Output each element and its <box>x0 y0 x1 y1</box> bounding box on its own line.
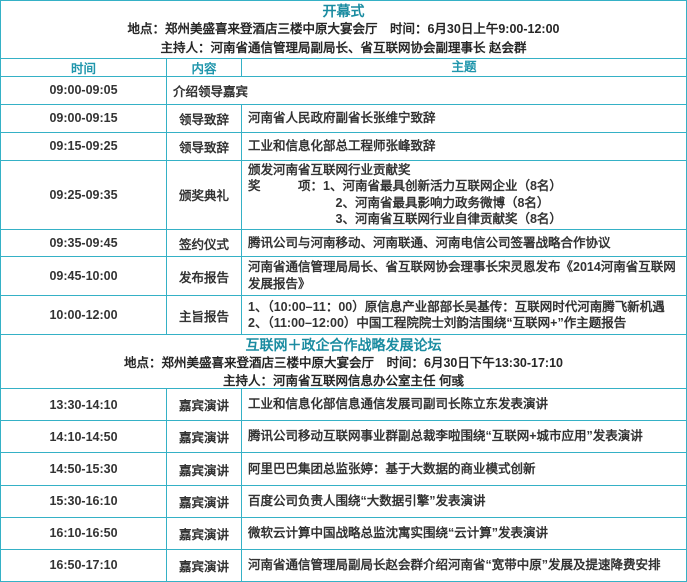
topic-cell: 微软云计算中国战略总监沈寓实围绕“云计算”发表演讲 <box>241 518 686 549</box>
topic-cell: 工业和信息化部总工程师张峰致辞 <box>241 133 686 160</box>
content-cell: 介绍领导嘉宾 <box>166 77 686 104</box>
content-cell: 嘉宾演讲 <box>166 453 241 484</box>
content-cell: 嘉宾演讲 <box>166 421 241 452</box>
topic-cell: 工业和信息化部信息通信发展司副司长陈立东发表演讲 <box>241 389 686 420</box>
time-cell: 09:00-09:05 <box>1 77 166 104</box>
host-line: 主持人：河南省通信管理局副局长、省互联网协会副理事长 赵会群 <box>1 39 686 58</box>
topic-cell: 百度公司负责人围绕“大数据引擎”发表演讲 <box>241 486 686 517</box>
location-time-line: 地点：郑州美盛喜来登酒店三楼中原大宴会厅 时间：6月30日下午13:30-17:… <box>1 354 686 372</box>
topic-cell: 腾讯公司与河南移动、河南联通、河南电信公司签署战略合作协议 <box>241 230 686 257</box>
content-cell: 领导致辞 <box>166 105 241 132</box>
content-cell: 嘉宾演讲 <box>166 486 241 517</box>
table-row: 13:30-14:10 嘉宾演讲 工业和信息化部信息通信发展司副司长陈立东发表演… <box>1 388 686 420</box>
table-row: 15:30-16:10 嘉宾演讲 百度公司负责人围绕“大数据引擎”发表演讲 <box>1 485 686 517</box>
content-cell: 主旨报告 <box>166 296 241 334</box>
column-header-time: 时间 <box>1 59 166 76</box>
time-cell: 15:30-16:10 <box>1 486 166 517</box>
table-row: 09:35-09:45 签约仪式 腾讯公司与河南移动、河南联通、河南电信公司签署… <box>1 229 686 257</box>
topic-cell: 河南省通信管理局副局长赵会群介绍河南省“宽带中原”发展及提速降费安排 <box>241 550 686 581</box>
table-row: 16:10-16:50 嘉宾演讲 微软云计算中国战略总监沈寓实围绕“云计算”发表… <box>1 517 686 549</box>
column-header-row: 时间 内容 主题 <box>1 58 686 76</box>
topic-line: 3、河南省互联网行业自律贡献奖（8名） <box>248 211 680 228</box>
content-cell: 领导致辞 <box>166 133 241 160</box>
table-row: 09:00-09:05 介绍领导嘉宾 <box>1 76 686 104</box>
content-cell: 嘉宾演讲 <box>166 550 241 581</box>
time-cell: 16:10-16:50 <box>1 518 166 549</box>
content-cell: 发布报告 <box>166 257 241 295</box>
topic-line: 2、河南省最具影响力政务微博（8名） <box>248 195 680 212</box>
topic-line: 奖 项：1、河南省最具创新活力互联网企业（8名） <box>248 178 680 195</box>
section-title: 互联网＋政企合作战略发展论坛 <box>1 335 686 354</box>
table-row: 14:10-14:50 嘉宾演讲 腾讯公司移动互联网事业群副总裁李啦围绕“互联网… <box>1 420 686 452</box>
schedule-table: 开幕式 地点：郑州美盛喜来登酒店三楼中原大宴会厅 时间：6月30日上午9:00-… <box>0 0 687 582</box>
table-row: 14:50-15:30 嘉宾演讲 阿里巴巴集团总监张婷：基于大数据的商业模式创新 <box>1 452 686 484</box>
section-title: 开幕式 <box>1 1 686 20</box>
table-row: 09:45-10:00 发布报告 河南省通信管理局局长、省互联网协会理事长宋灵恩… <box>1 256 686 295</box>
topic-line: 1、（10:00–11：00）原信息产业部部长吴基传：互联网时代河南腾飞新机遇 <box>248 299 680 316</box>
time-cell: 09:15-09:25 <box>1 133 166 160</box>
content-cell: 嘉宾演讲 <box>166 389 241 420</box>
section-header-forum: 互联网＋政企合作战略发展论坛 地点：郑州美盛喜来登酒店三楼中原大宴会厅 时间：6… <box>1 334 686 388</box>
topic-cell: 阿里巴巴集团总监张婷：基于大数据的商业模式创新 <box>241 453 686 484</box>
table-row: 09:25-09:35 颁奖典礼 颁发河南省互联网行业贡献奖 奖 项：1、河南省… <box>1 160 686 229</box>
time-cell: 10:00-12:00 <box>1 296 166 334</box>
location-time-line: 地点：郑州美盛喜来登酒店三楼中原大宴会厅 时间：6月30日上午9:00-12:0… <box>1 20 686 39</box>
topic-cell: 腾讯公司移动互联网事业群副总裁李啦围绕“互联网+城市应用”发表演讲 <box>241 421 686 452</box>
table-row: 09:15-09:25 领导致辞 工业和信息化部总工程师张峰致辞 <box>1 132 686 160</box>
time-cell: 09:25-09:35 <box>1 161 166 229</box>
time-cell: 09:00-09:15 <box>1 105 166 132</box>
content-cell: 颁奖典礼 <box>166 161 241 229</box>
column-header-topic: 主题 <box>241 59 686 76</box>
content-cell: 嘉宾演讲 <box>166 518 241 549</box>
topic-cell: 颁发河南省互联网行业贡献奖 奖 项：1、河南省最具创新活力互联网企业（8名） 2… <box>241 161 686 229</box>
table-row: 10:00-12:00 主旨报告 1、（10:00–11：00）原信息产业部部长… <box>1 295 686 334</box>
time-cell: 14:50-15:30 <box>1 453 166 484</box>
topic-line: 颁发河南省互联网行业贡献奖 <box>248 162 680 179</box>
section-header-opening: 开幕式 地点：郑州美盛喜来登酒店三楼中原大宴会厅 时间：6月30日上午9:00-… <box>1 1 686 58</box>
column-header-content: 内容 <box>166 59 241 76</box>
topic-cell: 1、（10:00–11：00）原信息产业部部长吴基传：互联网时代河南腾飞新机遇 … <box>241 296 686 334</box>
time-cell: 13:30-14:10 <box>1 389 166 420</box>
time-cell: 09:45-10:00 <box>1 257 166 295</box>
topic-cell: 河南省通信管理局局长、省互联网协会理事长宋灵恩发布《2014河南省互联网发展报告… <box>241 257 686 295</box>
topic-line: 2、（11:00–12:00）中国工程院院士刘韵洁围绕“互联网+”作主题报告 <box>248 315 680 332</box>
table-row: 16:50-17:10 嘉宾演讲 河南省通信管理局副局长赵会群介绍河南省“宽带中… <box>1 549 686 581</box>
table-row: 09:00-09:15 领导致辞 河南省人民政府副省长张维宁致辞 <box>1 104 686 132</box>
time-cell: 09:35-09:45 <box>1 230 166 257</box>
topic-cell: 河南省人民政府副省长张维宁致辞 <box>241 105 686 132</box>
time-cell: 16:50-17:10 <box>1 550 166 581</box>
time-cell: 14:10-14:50 <box>1 421 166 452</box>
content-cell: 签约仪式 <box>166 230 241 257</box>
